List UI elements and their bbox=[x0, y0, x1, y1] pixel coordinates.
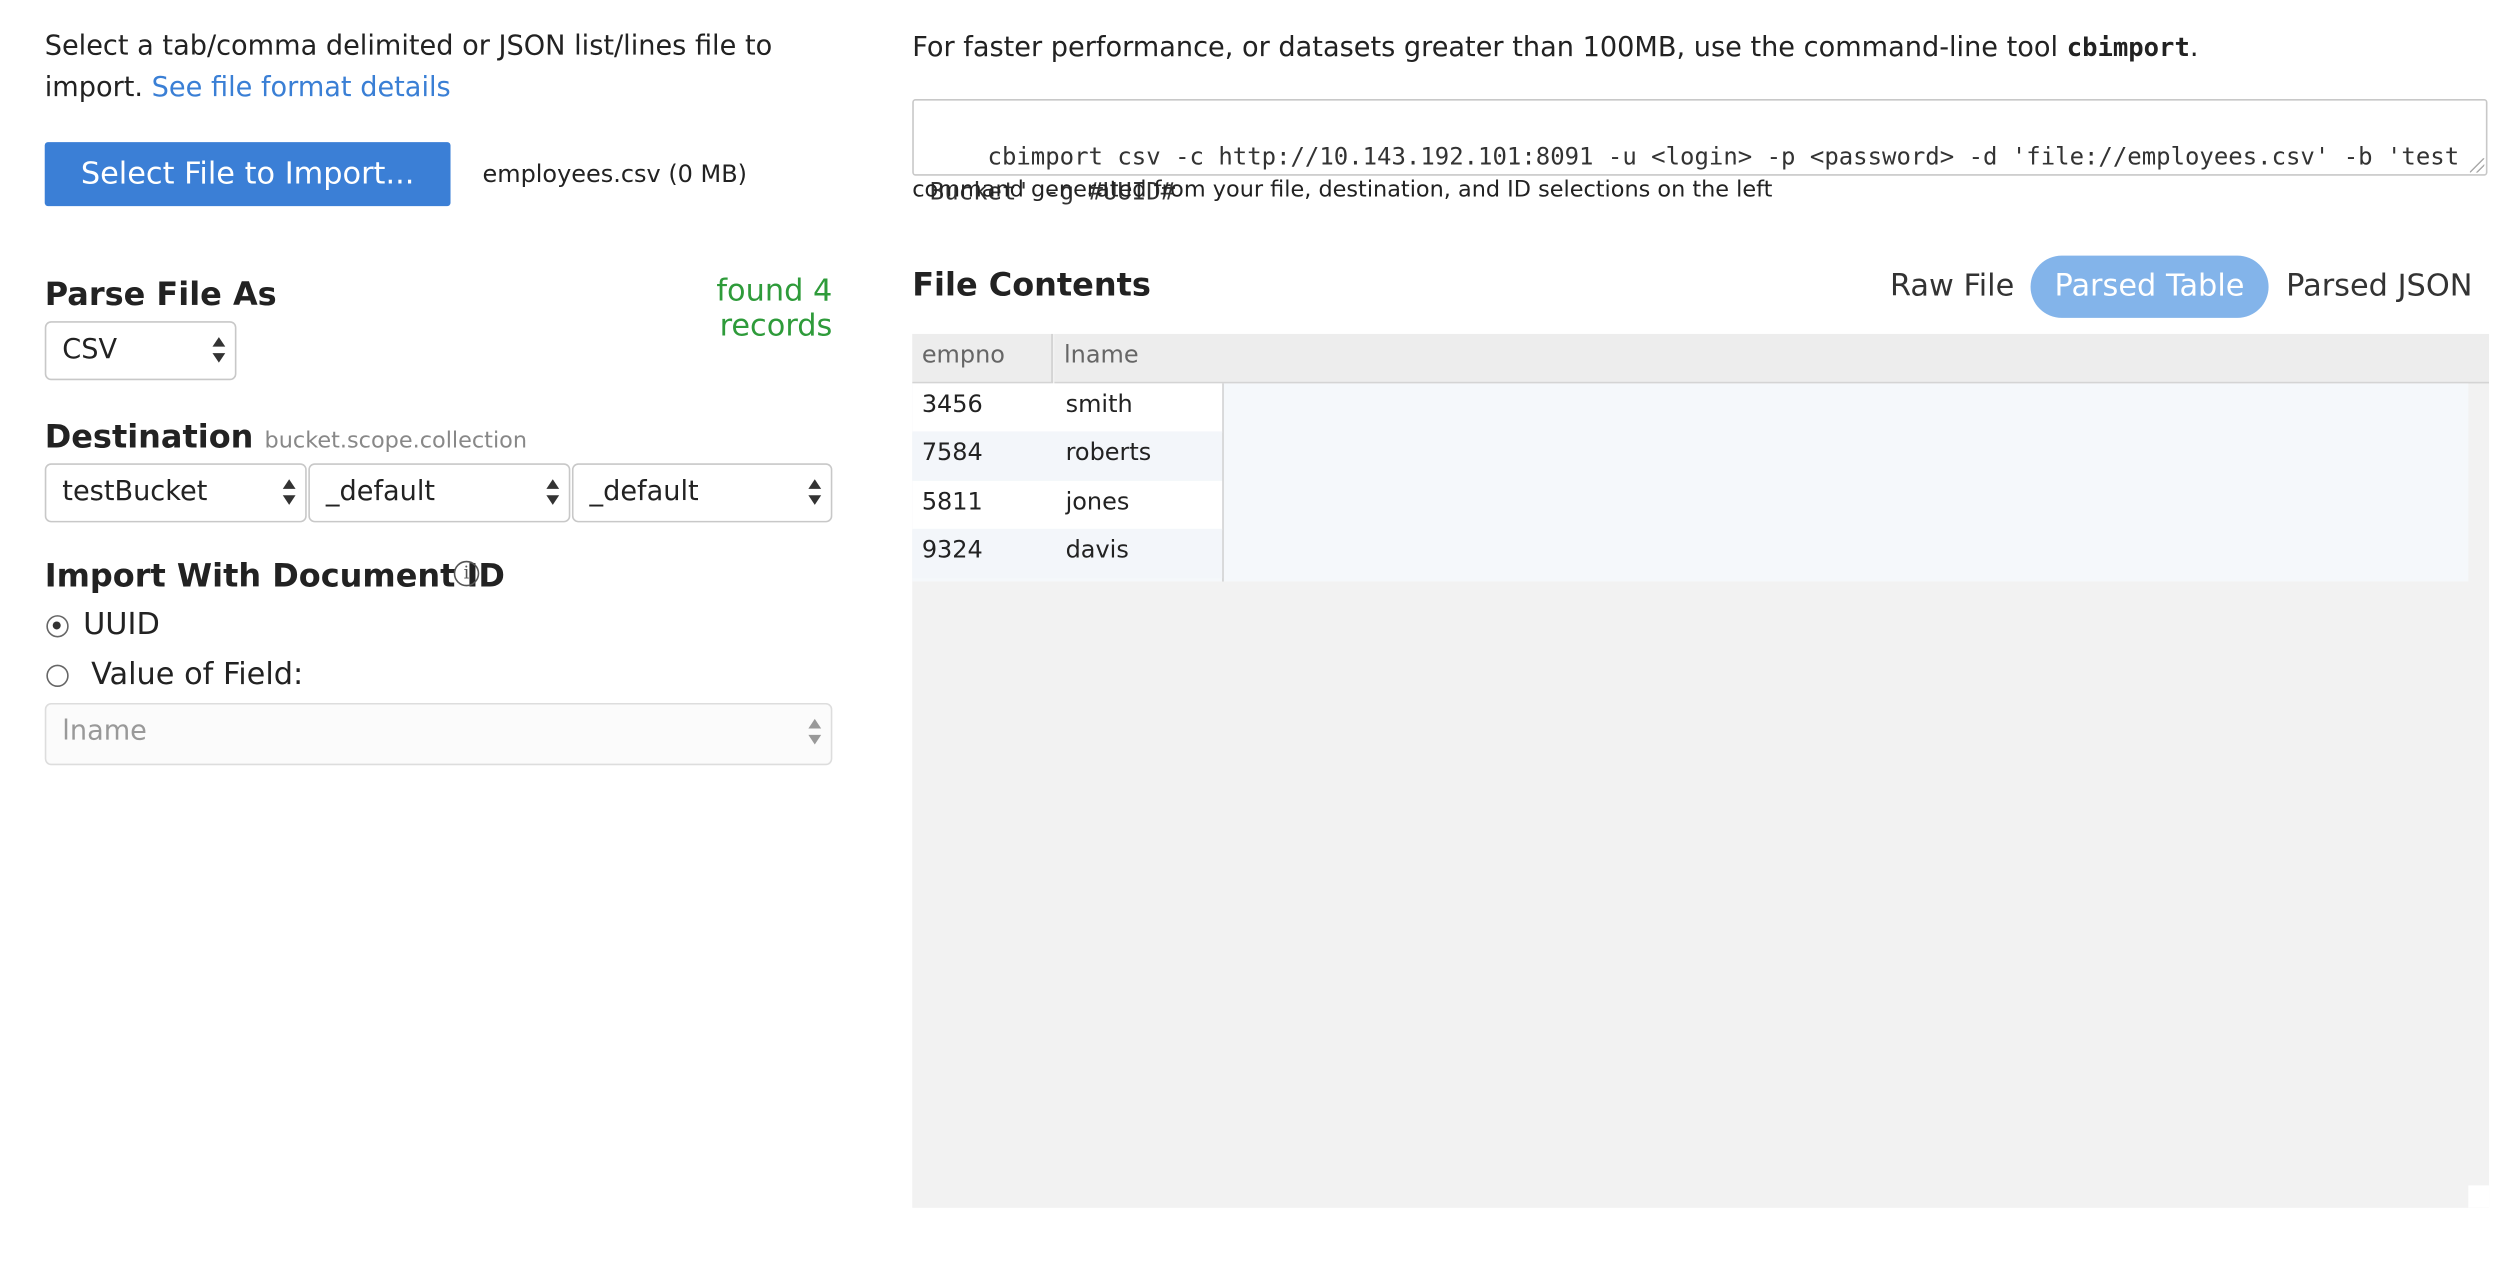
select-arrows-icon bbox=[808, 718, 822, 748]
field-value-radio-label[interactable]: Value of Field: bbox=[91, 657, 303, 692]
collection-value: _default bbox=[589, 476, 699, 509]
select-arrows-icon bbox=[808, 479, 822, 508]
cell-empno: 7584 bbox=[921, 437, 983, 467]
id-field-value: lname bbox=[62, 715, 147, 748]
document-id-title: Import With Document ID bbox=[44, 555, 505, 595]
command-textarea[interactable]: cbimport csv -c http://10.143.192.101:80… bbox=[912, 99, 2488, 206]
table-row: 9324 davis bbox=[912, 528, 1223, 579]
table-body: 3456 smith 7584 roberts 5811 jones 9324 … bbox=[912, 383, 2469, 582]
table-row: 7584 roberts bbox=[912, 431, 1223, 481]
resize-handle-icon[interactable] bbox=[2469, 158, 2485, 173]
cell-empno: 5811 bbox=[921, 487, 983, 517]
uuid-radio[interactable] bbox=[46, 615, 69, 638]
select-file-button[interactable]: Select File to Import... bbox=[44, 142, 451, 207]
cell-lname: roberts bbox=[1065, 437, 1152, 467]
scope-value: _default bbox=[325, 476, 436, 509]
performance-note: For faster performance, or datasets grea… bbox=[912, 27, 2198, 69]
cell-lname: davis bbox=[1065, 535, 1129, 564]
parse-format-select[interactable]: CSV bbox=[44, 321, 237, 381]
select-arrows-icon bbox=[546, 479, 560, 508]
select-arrows-icon bbox=[282, 479, 296, 508]
field-value-radio[interactable] bbox=[46, 664, 69, 687]
scroll-corner bbox=[2468, 1185, 2490, 1208]
import-instructions: Select a tab/comma delimited or JSON lis… bbox=[45, 26, 796, 109]
performance-text: For faster performance, or datasets grea… bbox=[912, 31, 2067, 64]
found-records-status: found 4 records bbox=[716, 273, 833, 344]
column-header-empno[interactable]: empno bbox=[912, 333, 1053, 384]
uuid-radio-label[interactable]: UUID bbox=[83, 607, 160, 642]
import-documents-page: Select a tab/comma delimited or JSON lis… bbox=[0, 0, 2505, 1264]
command-note: command generated from your file, destin… bbox=[912, 177, 1773, 203]
parsed-table: empno lname 3456 smith 7584 roberts 5811… bbox=[912, 333, 2490, 1208]
destination-title: Destination bucket.scope.collection bbox=[45, 417, 527, 455]
parse-file-as-title: Parse File As bbox=[44, 274, 277, 314]
bucket-value: testBucket bbox=[62, 476, 208, 509]
bucket-select[interactable]: testBucket bbox=[44, 463, 307, 523]
table-row: 3456 smith bbox=[912, 383, 1223, 433]
scope-select[interactable]: _default bbox=[308, 463, 571, 523]
column-divider bbox=[1222, 383, 1224, 582]
destination-hint: bucket.scope.collection bbox=[264, 428, 528, 454]
cli-tool-name: cbimport bbox=[2066, 31, 2190, 63]
performance-end: . bbox=[2189, 31, 2199, 64]
column-header-lname[interactable]: lname bbox=[1054, 333, 2490, 384]
select-arrows-icon bbox=[212, 337, 226, 366]
info-icon[interactable]: i bbox=[453, 560, 480, 587]
selected-file-name: employees.csv (0 MB) bbox=[482, 159, 748, 189]
id-field-select[interactable]: lname bbox=[44, 702, 833, 766]
file-format-details-link[interactable]: See file format details bbox=[152, 72, 451, 104]
cell-lname: smith bbox=[1065, 389, 1133, 419]
tab-raw-file[interactable]: Raw File bbox=[1890, 256, 2014, 318]
tab-parsed-table[interactable]: Parsed Table bbox=[2030, 255, 2269, 318]
cell-empno: 9324 bbox=[921, 535, 983, 564]
destination-label: Destination bbox=[44, 416, 254, 456]
tab-parsed-json[interactable]: Parsed JSON bbox=[2286, 256, 2472, 318]
parse-format-value: CSV bbox=[62, 333, 118, 366]
cell-empno: 3456 bbox=[921, 389, 983, 419]
table-row: 5811 jones bbox=[912, 480, 1223, 531]
collection-select[interactable]: _default bbox=[571, 463, 833, 523]
file-contents-title: File Contents bbox=[912, 265, 1151, 304]
cell-lname: jones bbox=[1065, 487, 1130, 517]
